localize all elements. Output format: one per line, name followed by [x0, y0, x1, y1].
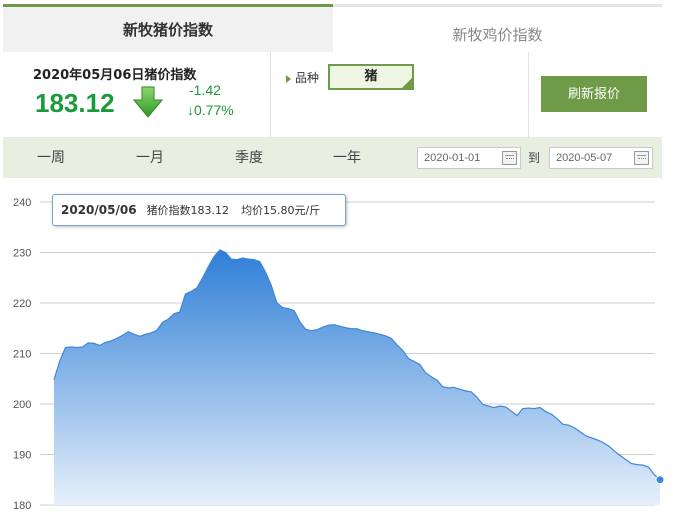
price-index-chart[interactable]: 180 190 200 210 220 230 240 — [0, 180, 673, 523]
period-month[interactable]: 一月 — [136, 138, 164, 178]
period-filter-bar: 一周 一月 季度 一年 2020-01-01 到 2020-05-07 — [3, 138, 662, 178]
y-tick-label: 190 — [13, 450, 31, 462]
price-date-title: 2020年05月06日猪价指数 — [33, 68, 197, 83]
price-info-panel: 2020年05月06日猪价指数 183.12 -1.42 ↓0.77% 品种 猪… — [3, 52, 662, 138]
start-date-field[interactable]: 2020-01-01 — [417, 147, 521, 169]
y-tick-label: 220 — [13, 298, 31, 310]
panel-divider — [270, 52, 271, 138]
end-date-value: 2020-05-07 — [556, 152, 613, 164]
y-tick-label: 230 — [13, 248, 31, 260]
tooltip-date: 2020/05/06 — [61, 203, 137, 217]
index-tabs: 新牧猪价指数 新牧鸡价指数 — [3, 4, 662, 52]
triangle-icon — [286, 74, 291, 83]
panel-divider — [528, 52, 529, 138]
last-data-point[interactable] — [655, 475, 665, 485]
price-change-absolute: -1.42 — [189, 82, 221, 98]
variety-label: 品种 — [286, 69, 319, 86]
price-change-percent: ↓0.77% — [187, 102, 234, 118]
y-tick-label: 200 — [13, 399, 31, 411]
y-tick-label: 180 — [13, 500, 31, 512]
refresh-price-button[interactable]: 刷新报价 — [541, 76, 647, 112]
tab-chicken-price-index[interactable]: 新牧鸡价指数 — [333, 4, 662, 52]
tab-pig-price-index[interactable]: 新牧猪价指数 — [3, 4, 333, 52]
date-range-separator: 到 — [528, 151, 541, 165]
end-date-field[interactable]: 2020-05-07 — [549, 147, 653, 169]
variety-label-text: 品种 — [295, 71, 320, 85]
down-arrow-icon — [133, 86, 163, 118]
calendar-icon[interactable] — [502, 151, 517, 165]
variety-select[interactable]: 猪 — [328, 64, 414, 90]
price-area — [54, 249, 660, 505]
start-date-value: 2020-01-01 — [424, 152, 481, 164]
calendar-icon[interactable] — [634, 151, 649, 165]
period-year[interactable]: 一年 — [333, 138, 361, 178]
tooltip-index: 猪价指数183.12 — [146, 204, 230, 217]
current-price-index: 183.12 — [35, 88, 115, 118]
period-week[interactable]: 一周 — [37, 138, 65, 178]
variety-selected-value: 猪 — [364, 69, 378, 84]
check-corner-icon — [402, 78, 412, 88]
tooltip-average-price: 均价15.80元/斤 — [241, 204, 321, 217]
chart-tooltip: 2020/05/06 猪价指数183.12 均价15.80元/斤 — [52, 194, 346, 226]
period-quarter[interactable]: 季度 — [235, 138, 263, 178]
y-tick-label: 240 — [13, 197, 31, 209]
y-tick-label: 210 — [13, 349, 31, 361]
